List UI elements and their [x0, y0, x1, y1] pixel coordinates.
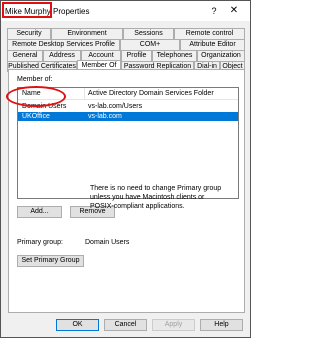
tab-remote-desktop-services-profile[interactable]: Remote Desktop Services Profile	[7, 39, 120, 50]
column-header-folder[interactable]: Active Directory Domain Services Folder	[88, 90, 214, 97]
help-icon[interactable]: ?	[208, 5, 220, 17]
properties-dialog: Mike Murphy Properties ? ✕ Security Envi…	[0, 0, 251, 338]
tab-row-1: Security Environment Sessions Remote con…	[7, 28, 245, 39]
row-folder: vs-lab.com/Users	[88, 103, 143, 110]
tab-com-plus[interactable]: COM+	[120, 39, 180, 50]
tab-environment[interactable]: Environment	[51, 28, 123, 39]
primary-group-value: Domain Users	[85, 239, 130, 246]
tab-address[interactable]: Address	[43, 50, 81, 61]
row-folder: vs-lab.com	[88, 113, 122, 120]
ok-button[interactable]: OK	[56, 319, 99, 331]
title-suffix: Properties	[50, 7, 90, 16]
tab-sessions[interactable]: Sessions	[123, 28, 174, 39]
apply-button[interactable]: Apply	[152, 319, 195, 331]
ukoffice-highlight-ellipse	[6, 86, 66, 107]
add-button[interactable]: Add...	[17, 206, 62, 218]
column-divider[interactable]	[84, 88, 85, 100]
set-primary-group-button[interactable]: Set Primary Group	[17, 255, 84, 267]
tab-organization[interactable]: Organization	[197, 50, 245, 61]
tab-general[interactable]: General	[7, 50, 43, 61]
resize-grip-icon[interactable]	[240, 327, 248, 335]
list-row-ukoffice[interactable]: UKOffice vs-lab.com	[18, 112, 238, 121]
row-name: UKOffice	[22, 113, 50, 120]
primary-group-label: Primary group:	[17, 239, 63, 246]
tab-profile[interactable]: Profile	[121, 50, 152, 61]
title-highlight-box	[2, 2, 52, 18]
primary-group-note: There is no need to change Primary group…	[90, 185, 222, 210]
tab-security[interactable]: Security	[7, 28, 51, 39]
member-of-label: Member of:	[17, 76, 53, 83]
tab-remote-control[interactable]: Remote control	[174, 28, 245, 39]
tab-row-3: General Address Account Profile Telephon…	[7, 50, 245, 61]
tab-attribute-editor[interactable]: Attribute Editor	[180, 39, 245, 50]
tab-row-2: Remote Desktop Services Profile COM+ Att…	[7, 39, 245, 50]
close-icon[interactable]: ✕	[227, 5, 241, 17]
tab-telephones[interactable]: Telephones	[152, 50, 197, 61]
cancel-button[interactable]: Cancel	[104, 319, 147, 331]
help-button[interactable]: Help	[200, 319, 243, 331]
